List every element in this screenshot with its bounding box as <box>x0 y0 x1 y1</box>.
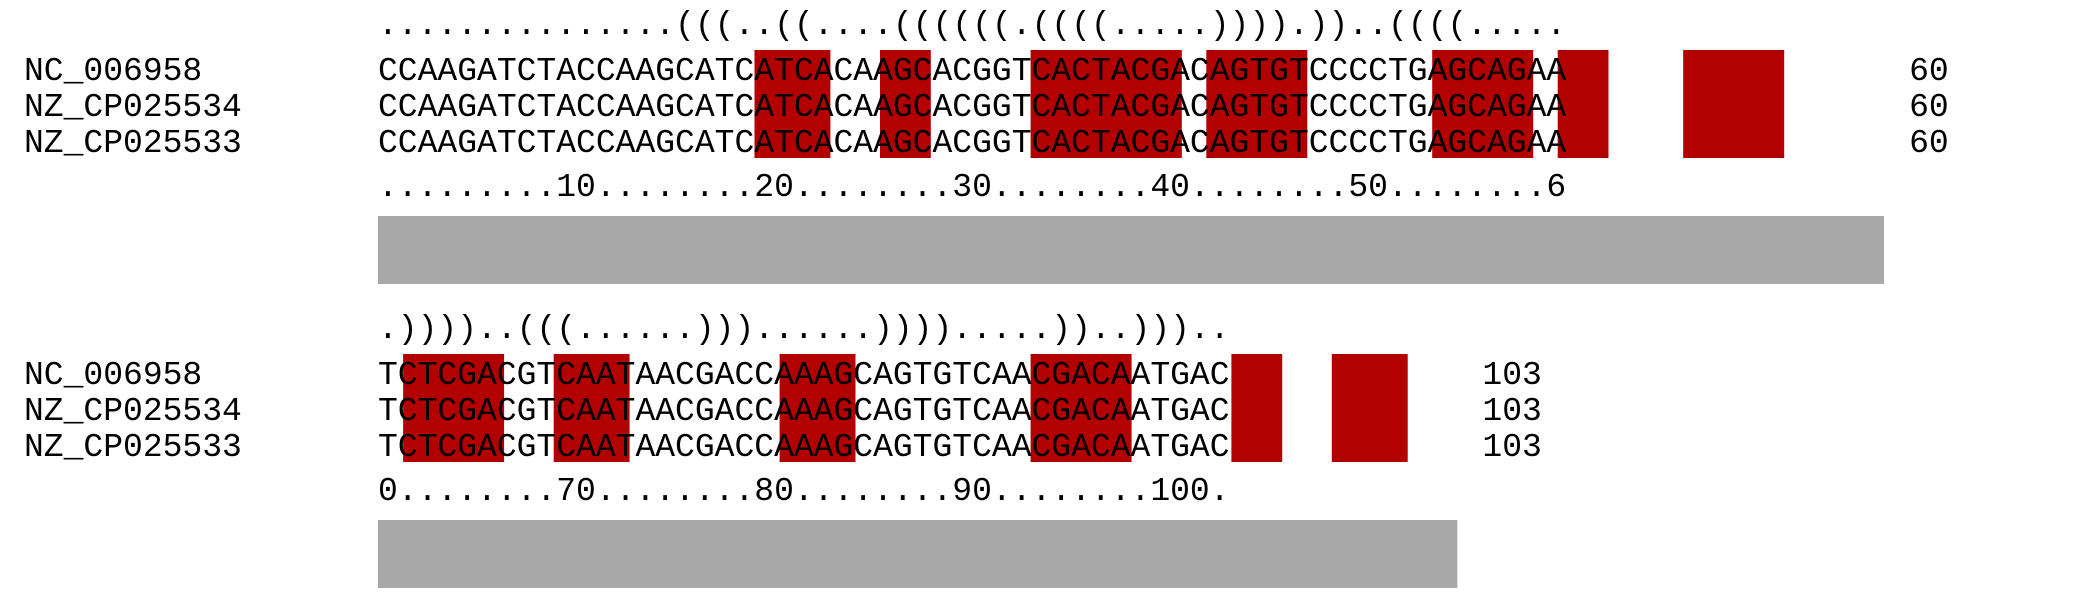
paired-base-highlight <box>1733 50 1760 158</box>
sequence-name: NZ_CP025534 <box>24 89 242 126</box>
sequence-end-position: 103 <box>1482 357 1541 394</box>
sequence-name: NZ_CP025534 <box>24 393 242 430</box>
alignment-block: ...............(((..((....((((((.((((...… <box>24 7 1949 284</box>
sequence-row: NC_006958 TCTCGACGTCAATAACGACCAAAGCAGTGTC… <box>24 357 1542 394</box>
conservation-bar <box>378 216 1884 284</box>
paired-base-highlight <box>1758 50 1785 158</box>
sequence-text: CCAAGATCTACCAAGCATCATCACAAGCACGGTCACTACG… <box>378 53 1566 90</box>
sequence-end-position: 60 <box>1909 125 1949 162</box>
alignment-diagram: ...............(((..((....((((((.((((...… <box>24 7 1949 588</box>
sequence-text: TCTCGACGTCAATAACGACCAAAGCAGTGTCAACGACAAT… <box>378 429 1230 466</box>
position-ruler: 0........70........80........90........1… <box>378 473 1230 510</box>
position-ruler: .........10........20........30........4… <box>378 169 1566 206</box>
paired-base-highlight <box>1331 354 1358 462</box>
conservation-bar <box>378 520 1458 588</box>
alignment-block: .))))..(((......)))......)))).....))..))… <box>24 311 1542 588</box>
paired-base-highlight <box>1708 50 1734 158</box>
sequence-name: NC_006958 <box>24 357 202 394</box>
sequence-row: NZ_CP025534 TCTCGACGTCAATAACGACCAAAGCAGTG… <box>24 393 1542 430</box>
paired-base-highlight <box>1683 50 1709 158</box>
sequence-text: TCTCGACGTCAATAACGACCAAAGCAGTGTCAACGACAAT… <box>378 357 1230 394</box>
sequence-end-position: 103 <box>1482 393 1541 430</box>
paired-base-highlight <box>1582 50 1609 158</box>
sequence-end-position: 103 <box>1482 429 1541 466</box>
sequence-text: TCTCGACGTCAATAACGACCAAAGCAGTGTCAACGACAAT… <box>378 393 1230 430</box>
paired-base-highlight <box>1382 354 1408 462</box>
sequence-row: NZ_CP025533 TCTCGACGTCAATAACGACCAAAGCAGTG… <box>24 429 1542 466</box>
structure-line: ...............(((..((....((((((.((((...… <box>378 7 1566 44</box>
sequence-row: NC_006958 CCAAGATCTACCAAGCATCATCACAAGCACG… <box>24 53 1949 90</box>
sequence-row: NZ_CP025533 CCAAGATCTACCAAGCATCATCACAAGCA… <box>24 125 1949 162</box>
sequence-name: NC_006958 <box>24 53 202 90</box>
sequence-name: NZ_CP025533 <box>24 429 242 466</box>
sequence-text: CCAAGATCTACCAAGCATCATCACAAGCACGGTCACTACG… <box>378 125 1566 162</box>
structure-line: .))))..(((......)))......)))).....))..))… <box>378 311 1230 348</box>
paired-base-highlight <box>1231 354 1258 462</box>
sequence-text: CCAAGATCTACCAAGCATCATCACAAGCACGGTCACTACG… <box>378 89 1566 126</box>
paired-base-highlight <box>1356 354 1383 462</box>
paired-base-highlight <box>1256 354 1283 462</box>
sequence-end-position: 60 <box>1909 89 1949 126</box>
sequence-end-position: 60 <box>1909 53 1949 90</box>
sequence-row: NZ_CP025534 CCAAGATCTACCAAGCATCATCACAAGCA… <box>24 89 1949 126</box>
sequence-name: NZ_CP025533 <box>24 125 242 162</box>
